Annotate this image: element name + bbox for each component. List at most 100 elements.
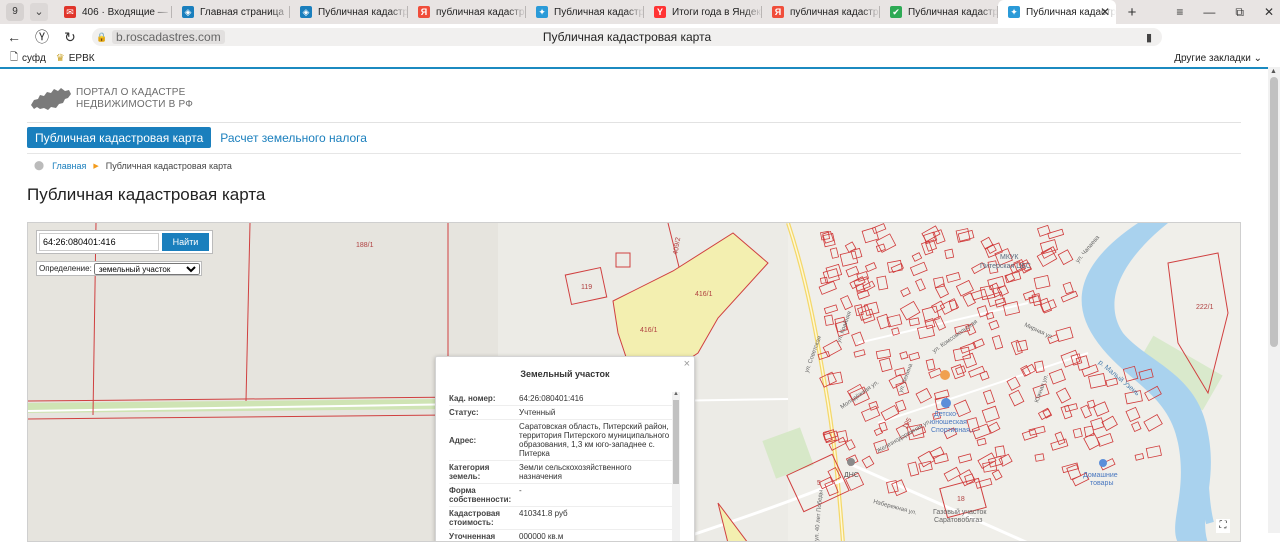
browser-tab[interactable]: Япубличная кадастров xyxy=(762,0,880,24)
scrollbar-thumb[interactable] xyxy=(1270,77,1278,347)
address-field[interactable]: 🔒 b.roscadastres.com Публичная кадастров… xyxy=(92,28,1162,46)
bookmark-sufd[interactable]: 🗋 суфд xyxy=(10,50,46,67)
portal-logo-text: ПОРТАЛ О КАДАСТРЕ НЕДВИЖИМОСТИ В РФ xyxy=(76,87,193,111)
popup-row-value: 000000 кв.м xyxy=(519,532,564,541)
poi-label: Саратовоблгаз xyxy=(934,516,982,524)
bookmark-label: ЕРВК xyxy=(68,53,95,64)
breadcrumb-home-link[interactable]: Главная xyxy=(52,161,86,171)
window-controls: ≡ — ⧉ ✕ xyxy=(1176,0,1274,24)
breadcrumb: ⬤ Главная ▶ Публичная кадастровая карта xyxy=(34,160,232,171)
popup-row: Форма собственности: - xyxy=(449,484,673,507)
browser-tab[interactable]: ✦ Публичная кадастр ✕ xyxy=(998,0,1116,24)
poi-label: Домашние xyxy=(1083,472,1118,479)
popup-row-value: 410341.8 руб xyxy=(519,509,568,518)
browser-tab-strip: 9 ⌄ ✉ 406 · Входящие — Янд ◈ Главная страни… xyxy=(0,0,1280,24)
cadastral-number-input[interactable] xyxy=(39,233,159,251)
popup-row: Уточненная 000000 кв.м xyxy=(449,530,673,541)
popup-row: Категория земель: Земли сельскохозяйствен… xyxy=(449,461,673,484)
logo-line-1: ПОРТАЛ О КАДАСТРЕ xyxy=(76,87,186,98)
minimize-icon[interactable]: — xyxy=(1203,5,1215,19)
browser-tab[interactable]: ◈ Публичная кадастров xyxy=(290,0,408,24)
popup-row: Адрес: Саратовская область, Питерский рай… xyxy=(449,420,673,461)
nav-item-public-map[interactable]: Публичная кадастровая карта xyxy=(27,127,212,148)
profile-button[interactable]: 9 xyxy=(6,3,24,21)
tab-list: ✉ 406 · Входящие — Янд ◈ Главная страница ◈ П… xyxy=(54,0,1116,24)
definition-select[interactable]: земельный участок xyxy=(93,262,200,275)
favicon-icon: ◈ xyxy=(182,6,194,18)
portal-logo[interactable]: ПОРТАЛ О КАДАСТРЕ НЕДВИЖИМОСТИ В РФ xyxy=(30,85,193,113)
restore-icon[interactable]: ⧉ xyxy=(1235,5,1244,20)
browser-tab[interactable]: ✔ Публичная кадастров xyxy=(880,0,998,24)
shop-marker-icon[interactable] xyxy=(1099,459,1107,467)
parcel-label: 416/1 xyxy=(640,327,658,334)
back-icon[interactable]: ← xyxy=(0,29,28,45)
poi-label: Газовый участок xyxy=(933,508,987,516)
favicon-icon: ✔ xyxy=(890,6,902,18)
popup-row-label: Форма собственности: xyxy=(449,486,512,504)
close-icon[interactable]: × xyxy=(684,358,690,370)
reload-icon[interactable]: ↻ xyxy=(56,29,84,46)
popup-scrollbar[interactable]: ▲ ▼ xyxy=(672,391,680,541)
parcel-label: 5 xyxy=(817,480,821,487)
popup-row-value: - xyxy=(519,486,522,495)
new-tab-button[interactable]: + xyxy=(1122,4,1142,21)
popup-row-label: Кад. номер: xyxy=(449,394,496,403)
scroll-up-icon[interactable]: ▲ xyxy=(1270,68,1277,75)
page-scrollbar[interactable]: ▲ xyxy=(1268,67,1280,533)
breadcrumb-separator-icon: ▶ xyxy=(93,162,99,170)
other-bookmarks[interactable]: Другие закладки ⌄ xyxy=(1174,53,1262,64)
page-content: ПОРТАЛ О КАДАСТРЕ НЕДВИЖИМОСТИ В РФ Публ… xyxy=(0,69,1268,542)
header-divider xyxy=(27,122,1241,123)
definition-label: Определение: xyxy=(39,264,92,273)
favicon-icon: Я xyxy=(772,6,784,18)
bookmarks-bar: 🗋 суфд ♛ ЕРВК Другие закладки ⌄ xyxy=(0,50,1280,67)
parcel-label: 188/1 xyxy=(356,242,374,249)
browser-tab[interactable]: ✉ 406 · Входящие — Янд xyxy=(54,0,172,24)
tab-title: публичная кадастров xyxy=(436,6,526,18)
tab-list-dropdown-icon[interactable]: ⌄ xyxy=(30,3,48,21)
popup-row-value: Саратовская область, Питерский район, те… xyxy=(519,422,670,458)
cadastral-map[interactable]: 188/1 409/2 119 416/1 416/1 5 18 222/1 1… xyxy=(27,222,1241,542)
yandex-home-icon[interactable]: Ⓨ xyxy=(28,27,56,47)
popup-scrollbar-thumb[interactable] xyxy=(673,400,679,484)
breadcrumb-current: Публичная кадастровая карта xyxy=(105,160,232,171)
popup-row: Статус: Учтенный xyxy=(449,406,673,420)
main-nav: Публичная кадастровая карта Расчет земел… xyxy=(27,127,367,148)
gas-station-marker-icon[interactable] xyxy=(847,458,855,466)
bookmark-icon[interactable]: ▮ xyxy=(1146,31,1152,44)
browser-tab[interactable]: ✦ Публичная кадастров xyxy=(526,0,644,24)
poi-label: юношеская xyxy=(930,419,967,426)
popup-title: Земельный участок xyxy=(520,369,610,379)
poi-label: Спортивная... xyxy=(931,427,976,434)
url-domain[interactable]: b.roscadastres.com xyxy=(112,30,225,44)
close-tab-icon[interactable]: ✕ xyxy=(1100,5,1110,19)
lock-icon[interactable]: 🔒 xyxy=(92,32,112,43)
browser-tab[interactable]: Y Итоги года в Яндекс xyxy=(644,0,762,24)
file-icon: 🗋 xyxy=(10,52,19,63)
address-bar-row: ← Ⓨ ↻ 🔒 b.roscadastres.com Публичная кад… xyxy=(0,24,1280,68)
fullscreen-icon[interactable]: ⛶ xyxy=(1216,519,1230,533)
popup-row-value: Земли сельскохозяйственного назначения xyxy=(519,463,632,481)
poi-label: товары xyxy=(1090,480,1113,487)
popup-row: Кадастровая стоимость: 410341.8 руб xyxy=(449,507,673,530)
nav-item-land-tax[interactable]: Расчет земельного налога xyxy=(220,131,367,145)
nav-divider xyxy=(27,153,1241,154)
russia-map-icon xyxy=(31,88,71,110)
parcel-label: 416/1 xyxy=(695,291,713,298)
school-marker-icon[interactable] xyxy=(941,398,951,408)
favicon-icon: Я xyxy=(418,6,430,18)
favicon-icon: Y xyxy=(654,6,666,18)
close-window-icon[interactable]: ✕ xyxy=(1264,5,1274,19)
scroll-up-icon[interactable]: ▲ xyxy=(673,391,679,397)
browser-tab[interactable]: Япубличная кадастров xyxy=(408,0,526,24)
popup-row-label: Адрес: xyxy=(449,435,477,445)
popup-row-value: 64:26:080401:416 xyxy=(519,394,584,403)
browser-tab[interactable]: ◈ Главная страница xyxy=(172,0,290,24)
tab-title: Главная страница xyxy=(200,6,284,18)
tab-menu-icon[interactable]: ≡ xyxy=(1176,5,1183,19)
search-button[interactable]: Найти xyxy=(162,233,209,251)
poi-marker-icon[interactable] xyxy=(940,370,950,380)
bookmark-ervk[interactable]: ♛ ЕРВК xyxy=(56,53,95,64)
bookmark-label: суфд xyxy=(22,53,46,64)
popup-row-label: Кадастровая стоимость: xyxy=(449,509,501,527)
